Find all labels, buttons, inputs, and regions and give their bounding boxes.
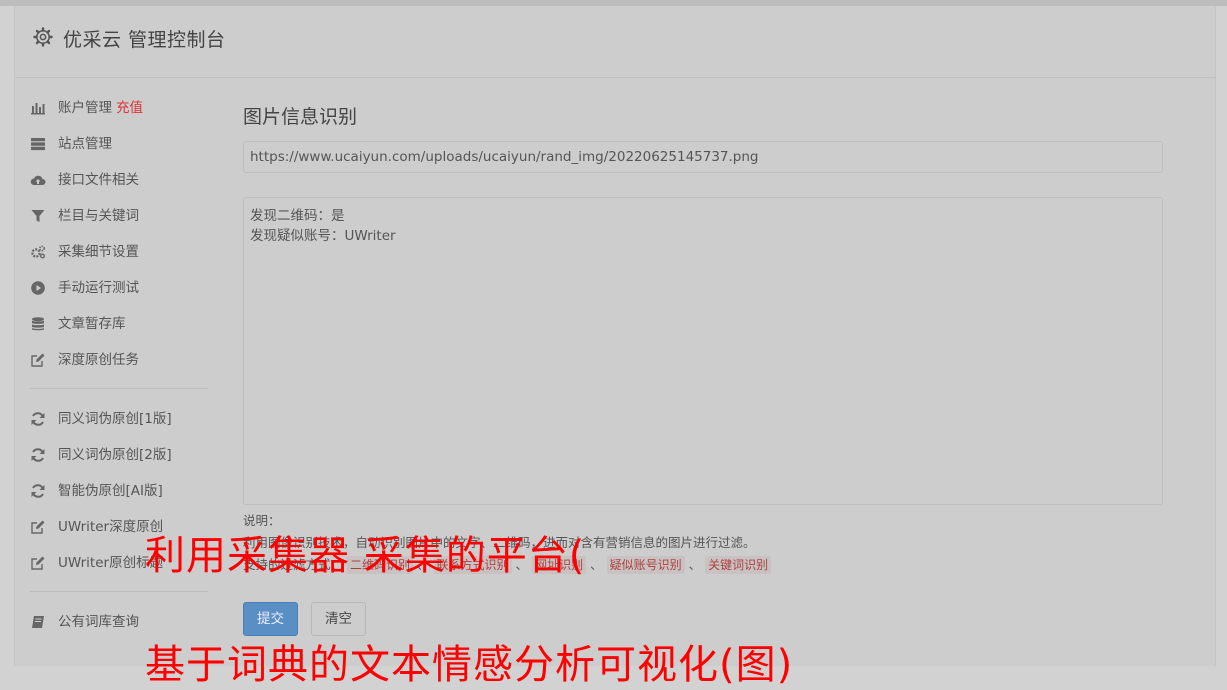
sidebar-item-manual-run[interactable]: 手动运行测试 [30,270,220,306]
sidebar-item-smart-ai[interactable]: 智能伪原创[AI版] [30,473,220,509]
cloud-upload-icon [30,175,46,185]
gear-icon [33,27,53,47]
sidebar-item-synonym-v1[interactable]: 同义词伪原创[1版] [30,401,220,437]
page-title: 优采云 管理控制台 [63,29,226,51]
sidebar-item-label: 站点管理 [58,136,112,152]
sidebar-item-label: 手动运行测试 [58,280,139,296]
overlay-caption-2: 基于词典的文本情感分析可视化(图) [145,642,794,688]
bar-chart-icon [31,103,45,115]
filter-tag: 关键词识别 [705,556,772,574]
sidebar-item-label: 同义词伪原创[2版] [58,447,172,463]
sidebar-item-label: 公有词库查询 [58,614,139,630]
play-circle-icon [31,281,45,295]
recognition-result-textarea[interactable]: 发现二维码：是 发现疑似账号：UWriter [243,197,1163,505]
filter-icon [31,210,45,222]
sidebar-item-label: 栏目与关键词 [58,208,139,224]
refresh-icon [31,412,45,426]
refresh-icon [31,448,45,462]
recharge-link[interactable]: 充值 [116,100,143,116]
sidebar-item-interface-files[interactable]: 接口文件相关 [30,162,220,198]
refresh-icon [31,484,45,498]
sidebar-item-account[interactable]: 账户管理 充值 [30,90,220,126]
server-icon [31,138,45,151]
sidebar-divider [30,388,208,389]
section-heading: 图片信息识别 [243,106,358,128]
filter-tag: 疑似账号识别 [606,556,685,574]
image-url-input[interactable]: https://www.ucaiyun.com/uploads/ucaiyun/… [243,141,1163,173]
cogs-icon [31,245,46,259]
database-icon [32,317,44,331]
sidebar-item-label: 接口文件相关 [58,172,139,188]
sidebar-item-label: 深度原创任务 [58,352,139,368]
sidebar-item-label: 智能伪原创[AI版] [58,483,163,499]
edit-icon [31,520,45,534]
book-icon [32,616,44,628]
page-header: 优采云 管理控制台 [15,6,1215,78]
edit-icon [31,353,45,367]
sidebar-item-label: 账户管理 [58,100,112,116]
sidebar-item-label: 采集细节设置 [58,244,139,260]
sidebar-item-label: 文章暂存库 [58,316,126,332]
edit-icon [31,556,45,570]
sidebar-item-synonym-v2[interactable]: 同义词伪原创[2版] [30,437,220,473]
sidebar-item-columns-keywords[interactable]: 栏目与关键词 [30,198,220,234]
sidebar-item-sites[interactable]: 站点管理 [30,126,220,162]
sidebar-item-deep-original[interactable]: 深度原创任务 [30,342,220,378]
sidebar-item-label: 同义词伪原创[1版] [58,411,172,427]
submit-button[interactable]: 提交 [243,602,298,636]
sidebar-divider [30,591,208,592]
sidebar-item-article-store[interactable]: 文章暂存库 [30,306,220,342]
clear-button[interactable]: 清空 [311,602,366,636]
overlay-caption-1: 利用采集器 采集的平台( [145,533,586,579]
sidebar-item-collect-settings[interactable]: 采集细节设置 [30,234,220,270]
filter-separator: 、 [688,557,702,572]
filter-separator: 、 [590,557,603,572]
